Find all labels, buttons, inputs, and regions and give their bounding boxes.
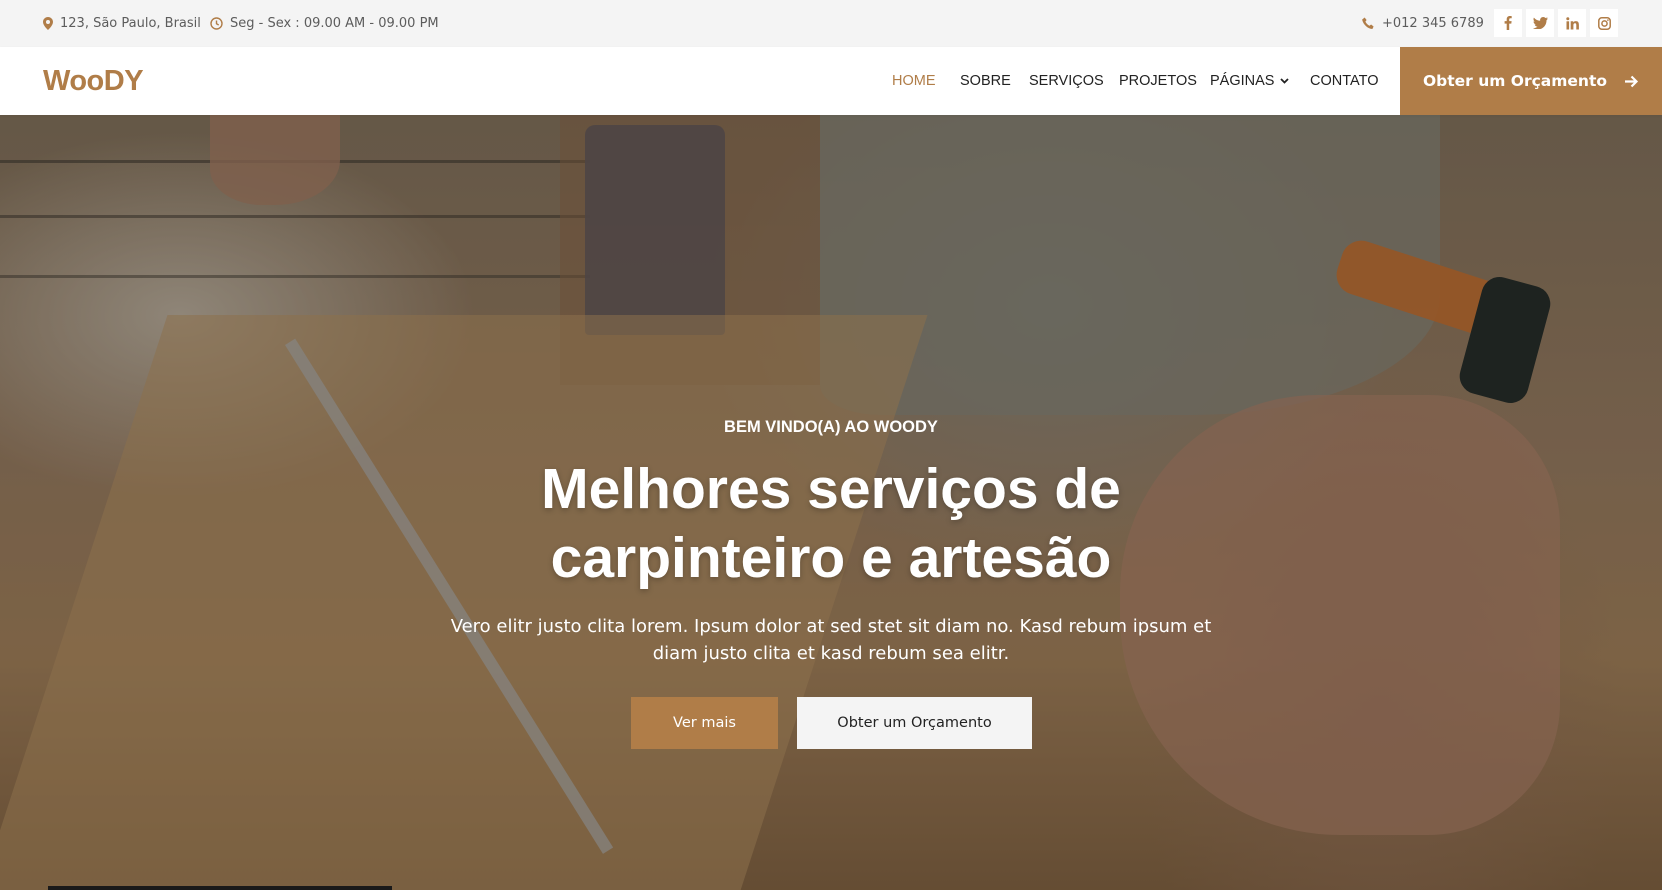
instagram-icon: [1597, 16, 1611, 30]
location-pin-icon: [43, 17, 53, 30]
hero-title-line-1: Melhores serviços de: [541, 457, 1121, 521]
hero-description: Vero elitr justo clita lorem. Ipsum dolo…: [450, 616, 1212, 664]
hours-text: Seg - Sex : 09.00 AM - 09.00 PM: [230, 16, 439, 31]
facebook-icon: [1504, 16, 1512, 30]
hero-title-line-2: carpinteiro e artesão: [550, 526, 1112, 590]
see-more-button[interactable]: Ver mais: [631, 697, 778, 749]
hours-info: Seg - Sex : 09.00 AM - 09.00 PM: [210, 0, 439, 47]
hero-title: Melhores serviços de carpinteiro e artes…: [431, 455, 1231, 593]
get-quote-button[interactable]: Obter um Orçamento: [1400, 47, 1662, 115]
bottom-scroll-strip: [48, 886, 392, 890]
hero-section: BEM VINDO(A) AO WOODY Melhores serviços …: [0, 115, 1662, 890]
nav-servicos[interactable]: SERVIÇOS: [1029, 47, 1104, 115]
hero-subtitle: BEM VINDO(A) AO WOODY: [724, 418, 938, 436]
nav-paginas-label: PÁGINAS: [1210, 73, 1275, 89]
nav-home[interactable]: HOME: [892, 47, 936, 115]
instagram-link[interactable]: [1590, 9, 1618, 37]
twitter-icon: [1532, 17, 1548, 29]
hero-content: BEM VINDO(A) AO WOODY Melhores serviços …: [0, 115, 1662, 890]
linkedin-link[interactable]: [1558, 9, 1586, 37]
phone-icon: [1362, 17, 1374, 29]
address-info: 123, São Paulo, Brasil: [43, 0, 201, 47]
address-text: 123, São Paulo, Brasil: [60, 16, 201, 31]
chevron-down-icon: [1280, 78, 1290, 84]
main-navbar: WooDY HOME SOBRE SERVIÇOS PROJETOS PÁGIN…: [0, 47, 1662, 115]
get-quote-label: Obter um Orçamento: [1422, 72, 1608, 90]
linkedin-icon: [1565, 16, 1579, 29]
twitter-link[interactable]: [1526, 9, 1554, 37]
clock-icon: [210, 17, 223, 30]
top-info-bar: 123, São Paulo, Brasil Seg - Sex : 09.00…: [0, 0, 1662, 47]
facebook-link[interactable]: [1494, 9, 1522, 37]
hero-quote-button[interactable]: Obter um Orçamento: [797, 697, 1032, 749]
phone-info: +012 345 6789: [1362, 0, 1484, 47]
nav-paginas-dropdown[interactable]: PÁGINAS: [1210, 47, 1290, 115]
nav-sobre[interactable]: SOBRE: [960, 47, 1011, 115]
site-logo[interactable]: WooDY: [43, 47, 144, 115]
phone-text: +012 345 6789: [1382, 16, 1484, 31]
nav-projetos[interactable]: PROJETOS: [1119, 47, 1197, 115]
nav-contato[interactable]: CONTATO: [1310, 47, 1378, 115]
arrow-right-icon: [1625, 75, 1639, 87]
